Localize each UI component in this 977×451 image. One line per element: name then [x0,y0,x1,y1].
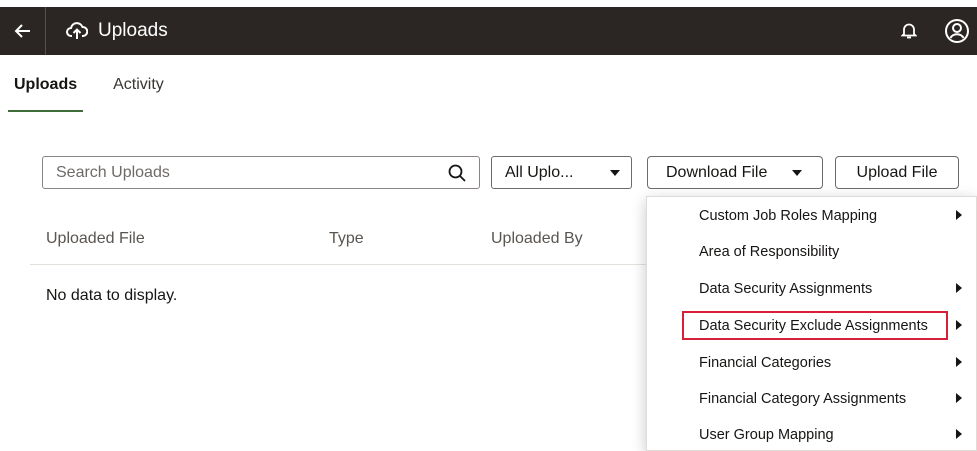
menu-item-user-group-mapping[interactable]: User Group Mapping [647,417,977,451]
bell-icon [901,23,917,39]
tab-activity[interactable]: Activity [107,70,170,112]
upload-filter-value: All Uplo... [505,163,574,181]
submenu-arrow-icon [956,320,962,330]
back-button[interactable] [0,7,46,55]
menu-item-label: Financial Categories [699,355,832,371]
page-title: Uploads [98,20,168,41]
download-file-label: Download File [666,163,768,181]
column-header-uploaded-file[interactable]: Uploaded File [46,230,145,248]
download-file-menu: Custom Job Roles Mapping Area of Respons… [646,196,977,451]
tab-bar: Uploads Activity [8,70,194,112]
upload-file-button[interactable]: Upload File [835,156,959,189]
search-box [42,156,480,189]
upload-filter-select[interactable]: All Uplo... [491,156,632,189]
menu-item-label: Custom Job Roles Mapping [699,208,878,224]
menu-item-label: Financial Category Assignments [699,391,907,407]
cloud-upload-icon [66,20,88,42]
menu-item-financial-categories[interactable]: Financial Categories [647,345,977,381]
arrow-left-icon [14,24,30,38]
menu-item-label: Data Security Exclude Assignments [699,318,928,334]
download-file-button[interactable]: Download File [647,156,823,189]
menu-item-financial-category-assignments[interactable]: Financial Category Assignments [647,381,977,417]
column-header-type[interactable]: Type [329,230,364,248]
search-icon[interactable] [447,163,467,183]
menu-item-label: Data Security Assignments [699,281,873,297]
menu-item-custom-job-roles-mapping[interactable]: Custom Job Roles Mapping [647,198,977,234]
submenu-arrow-icon [956,429,962,439]
app-header: Uploads [0,7,977,55]
user-avatar-icon [945,19,969,43]
submenu-arrow-icon [956,210,962,220]
column-header-uploaded-by[interactable]: Uploaded By [491,230,583,248]
menu-item-data-security-assignments[interactable]: Data Security Assignments [647,271,977,307]
caret-down-icon [792,170,802,176]
notifications-button[interactable] [897,19,921,43]
menu-item-label: Area of Responsibility [699,244,840,260]
menu-item-area-of-responsibility[interactable]: Area of Responsibility [647,234,977,270]
submenu-arrow-icon [956,357,962,367]
tab-uploads[interactable]: Uploads [8,70,84,112]
caret-down-icon [610,170,620,176]
search-input[interactable] [56,163,436,182]
menu-item-label: User Group Mapping [699,427,834,443]
profile-button[interactable] [942,16,972,46]
table-header-divider [30,264,648,265]
submenu-arrow-icon [956,393,962,403]
menu-item-data-security-exclude-assignments[interactable]: Data Security Exclude Assignments [647,308,977,344]
empty-table-message: No data to display. [46,287,178,304]
submenu-arrow-icon [956,283,962,293]
